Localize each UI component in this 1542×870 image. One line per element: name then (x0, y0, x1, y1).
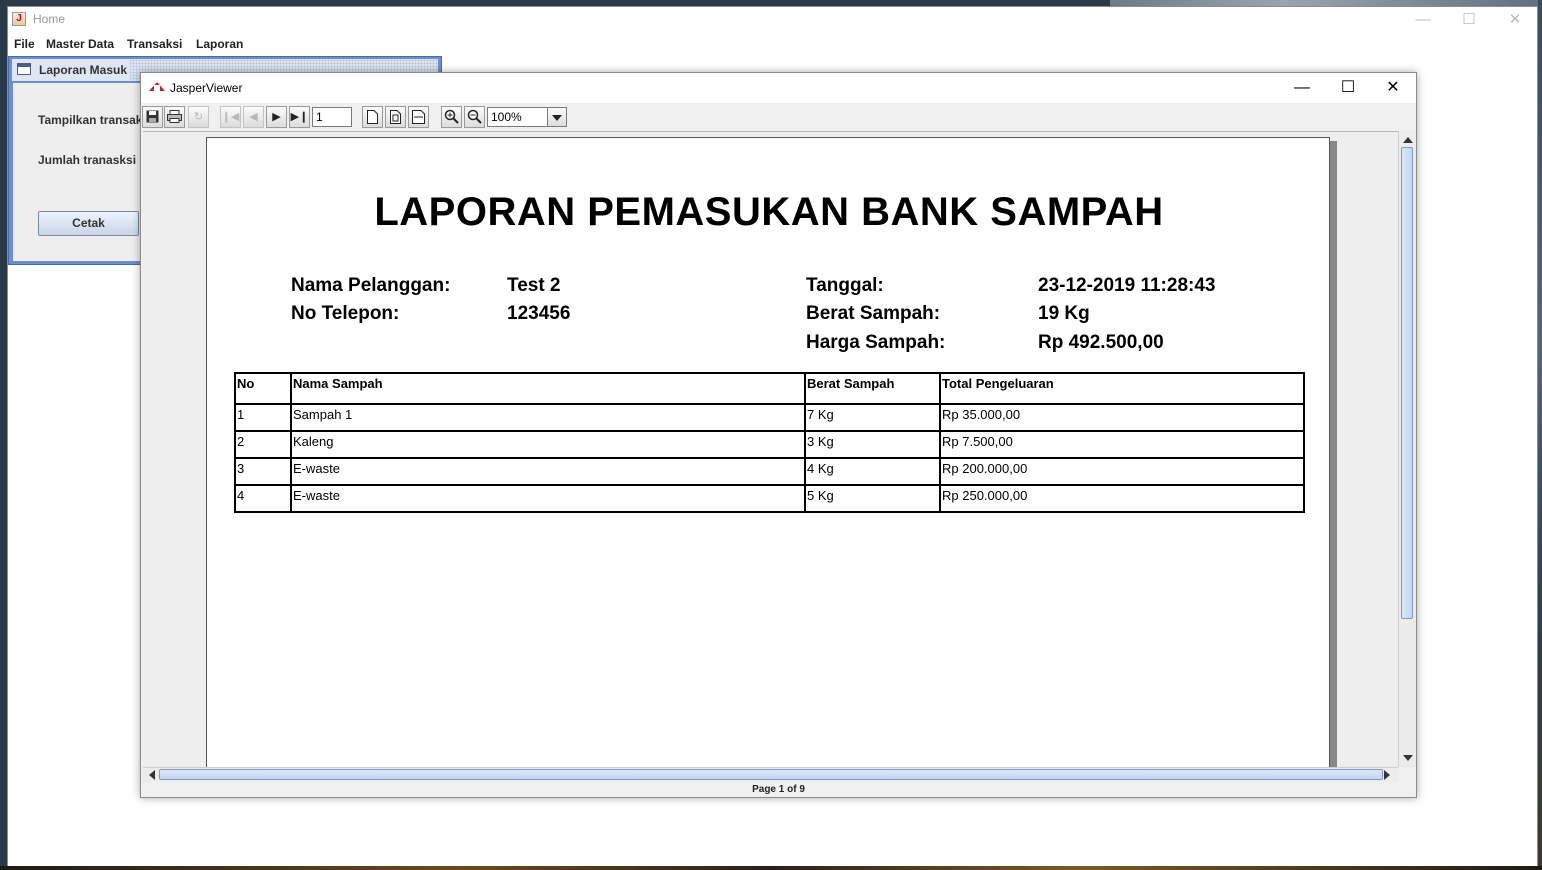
menu-master-data[interactable]: Master Data (46, 37, 114, 51)
actual-size-icon[interactable] (362, 106, 383, 128)
table-cell: Rp 35.000,00 (939, 403, 1305, 432)
fit-width-icon[interactable] (408, 106, 429, 128)
next-page-icon[interactable]: ▶ (266, 106, 287, 128)
previous-page-icon[interactable]: ◀ (243, 106, 264, 128)
cetak-button[interactable]: Cetak (38, 211, 139, 236)
table-cell: Kaleng (290, 430, 806, 459)
zoom-dropdown-arrow-icon[interactable] (547, 107, 567, 127)
laporan-masuk-title: Laporan Masuk (39, 63, 128, 77)
report-page: LAPORAN PEMASUKAN BANK SAMPAH Nama Pelan… (206, 137, 1330, 768)
save-icon[interactable] (142, 106, 163, 128)
table-cell: 4 Kg (804, 457, 941, 486)
scroll-up-arrow-icon[interactable] (1401, 133, 1414, 147)
tanggal-label: Tanggal: (806, 275, 884, 296)
vertical-scroll-thumb[interactable] (1401, 147, 1413, 619)
desktop-background-bottom (0, 866, 1542, 870)
table-cell: 1 (234, 403, 292, 432)
table-cell: Rp 7.500,00 (939, 430, 1305, 459)
table-cell: Rp 200.000,00 (939, 457, 1305, 486)
column-header: Total Pengeluaran (939, 372, 1305, 405)
horizontal-scrollbar[interactable] (143, 767, 1398, 782)
nama-pelanggan-value: Test 2 (507, 275, 561, 296)
zoom-in-icon[interactable] (441, 106, 462, 128)
page-number-input[interactable] (312, 107, 352, 127)
scroll-left-arrow-icon[interactable] (145, 768, 159, 782)
table-cell: E-waste (290, 484, 806, 513)
first-page-icon[interactable]: ❙◀ (220, 106, 241, 128)
jasper-viewer-window: JasperViewer — ☐ ✕ ↻ ❙◀ ◀ ▶ ▶❙ 1 100% LA… (140, 72, 1417, 798)
fit-page-icon[interactable] (385, 106, 406, 128)
tampilkan-label: Tampilkan transak (38, 113, 143, 127)
print-icon[interactable] (164, 106, 185, 128)
window-icon (17, 63, 31, 75)
column-header: Berat Sampah (804, 372, 941, 405)
desktop-background-right (1538, 0, 1542, 870)
menu-laporan[interactable]: Laporan (196, 37, 243, 51)
nama-pelanggan-label: Nama Pelanggan: (291, 275, 451, 296)
vertical-scrollbar[interactable] (1398, 131, 1416, 767)
jasper-minimize-button[interactable]: — (1279, 73, 1325, 103)
jasper-maximize-button[interactable]: ☐ (1325, 73, 1371, 103)
column-header: Nama Sampah (290, 372, 806, 405)
jasper-titlebar[interactable]: JasperViewer — ☐ ✕ (141, 73, 1416, 103)
home-minimize-button[interactable]: — (1400, 7, 1446, 33)
scroll-down-arrow-icon[interactable] (1401, 751, 1414, 765)
jumlah-transaksi-label: Jumlah tranasksi (38, 153, 137, 167)
home-title: Home (33, 12, 66, 26)
page-status: Page 1 of 9 (752, 784, 805, 795)
zoom-out-icon[interactable] (464, 106, 485, 128)
table-cell: 3 Kg (804, 430, 941, 459)
home-close-button[interactable]: ✕ (1492, 7, 1538, 33)
home-maximize-button[interactable]: ☐ (1446, 7, 1492, 33)
table-cell: 4 (234, 484, 292, 513)
table-cell: 7 Kg (804, 403, 941, 432)
table-cell: 2 (234, 430, 292, 459)
table-cell: 5 Kg (804, 484, 941, 513)
table-header-row: No Nama Sampah Berat Sampah Total Pengel… (234, 372, 1305, 405)
menu-transaksi[interactable]: Transaksi (127, 37, 182, 51)
zoom-combo-input[interactable] (487, 107, 548, 127)
harga-sampah-label: Harga Sampah: (806, 332, 946, 353)
table-cell: Rp 250.000,00 (939, 484, 1305, 513)
table-row: 2 Kaleng 3 Kg Rp 7.500,00 (234, 430, 1305, 459)
report-table: No Nama Sampah Berat Sampah Total Pengel… (234, 372, 1305, 513)
column-header: No (234, 372, 292, 405)
harga-sampah-value: Rp 492.500,00 (1038, 332, 1164, 353)
table-row: 1 Sampah 1 7 Kg Rp 35.000,00 (234, 403, 1305, 432)
table-cell: Sampah 1 (290, 403, 806, 432)
jasper-logo-icon (149, 82, 165, 91)
jasper-title: JasperViewer (170, 81, 243, 95)
no-telepon-value: 123456 (507, 303, 571, 324)
menubar: File Master Data Transaksi Laporan (8, 35, 1537, 55)
report-viewport[interactable]: LAPORAN PEMASUKAN BANK SAMPAH Nama Pelan… (143, 131, 1398, 768)
reload-icon[interactable]: ↻ (188, 106, 209, 128)
home-titlebar[interactable]: J Home — ☐ ✕ (8, 7, 1537, 33)
table-cell: 3 (234, 457, 292, 486)
report-title: LAPORAN PEMASUKAN BANK SAMPAH (374, 190, 1164, 234)
horizontal-scroll-thumb[interactable] (159, 769, 1383, 780)
tanggal-value: 23-12-2019 11:28:43 (1038, 275, 1216, 296)
menu-file[interactable]: File (14, 37, 35, 51)
table-row: 3 E-waste 4 Kg Rp 200.000,00 (234, 457, 1305, 486)
jasper-toolbar: ↻ ❙◀ ◀ ▶ ▶❙ (141, 103, 1416, 131)
berat-sampah-label: Berat Sampah: (806, 303, 941, 324)
jasper-close-button[interactable]: ✕ (1370, 73, 1416, 103)
last-page-icon[interactable]: ▶❙ (289, 106, 310, 128)
scroll-right-arrow-icon[interactable] (1380, 768, 1394, 782)
no-telepon-label: No Telepon: (291, 303, 400, 324)
table-row: 4 E-waste 5 Kg Rp 250.000,00 (234, 484, 1305, 513)
table-cell: E-waste (290, 457, 806, 486)
java-app-icon: J (12, 12, 26, 26)
berat-sampah-value: 19 Kg (1038, 303, 1090, 324)
